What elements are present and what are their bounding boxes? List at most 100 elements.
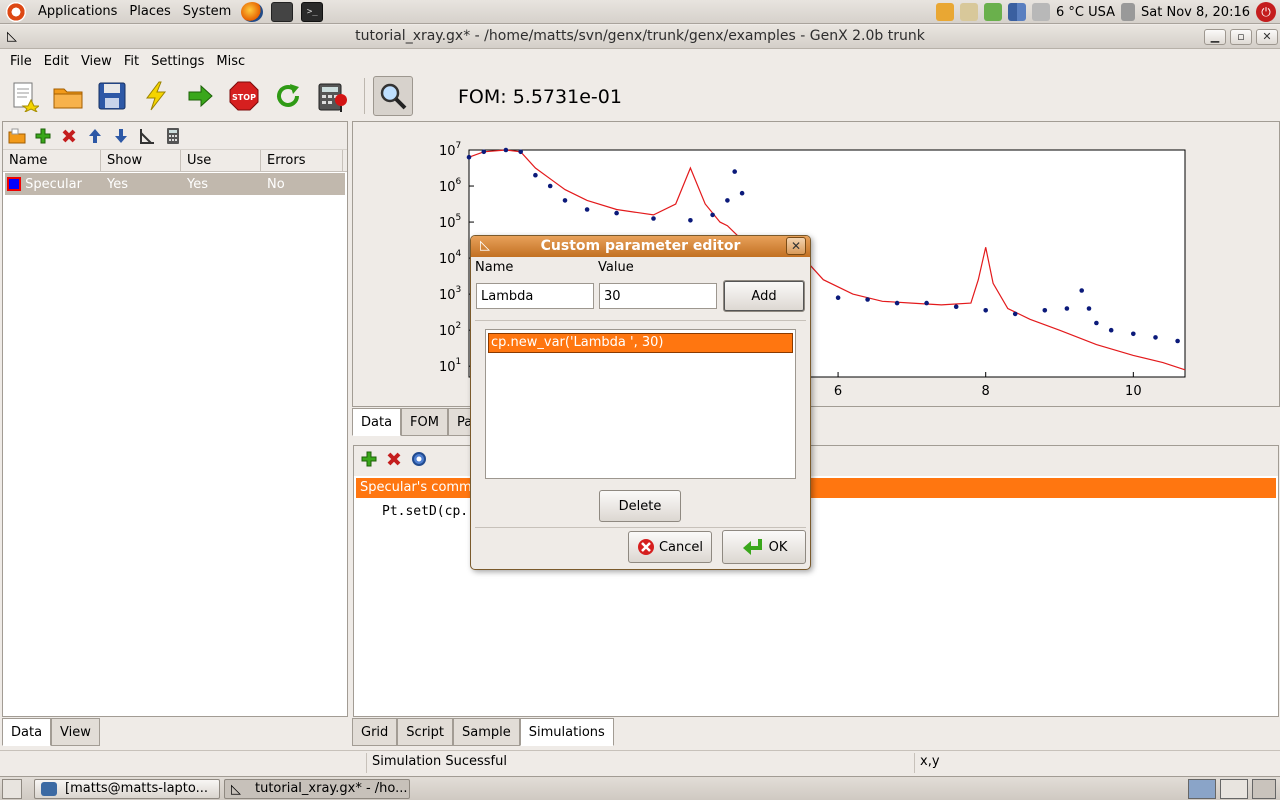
data-point (739, 190, 745, 196)
data-row-use: Yes (187, 176, 208, 192)
status-separator (366, 753, 367, 773)
y-tick-label: 104 (439, 249, 462, 267)
menu-edit[interactable]: Edit (38, 54, 75, 69)
status-bar: Simulation Sucessful x,y (0, 750, 1280, 774)
taskbar-genx-label: tutorial_xray.gx* - /ho... (255, 781, 408, 796)
plot-settings-icon[interactable] (137, 126, 157, 146)
taskbar-genx[interactable]: ◺ tutorial_xray.gx* - /ho... (224, 779, 410, 799)
menu-view[interactable]: View (75, 54, 118, 69)
add-command-icon[interactable] (360, 450, 378, 472)
search-tray-icon[interactable] (960, 3, 979, 21)
tab-script[interactable]: Script (397, 718, 454, 746)
data-point (894, 300, 900, 306)
tab-fom[interactable]: FOM (401, 408, 448, 436)
ok-enter-arrow-icon (742, 539, 762, 555)
move-down-arrow-icon[interactable] (111, 126, 131, 146)
status-separator (914, 753, 915, 773)
window-titlebar[interactable]: ◺ tutorial_xray.gx* - /home/matts/svn/ge… (0, 25, 1280, 49)
ok-button[interactable]: OK (722, 530, 806, 564)
fom-value: FOM: 5.5731e-01 (458, 86, 622, 108)
menu-fit[interactable]: Fit (118, 54, 145, 69)
edit-command-gear-icon[interactable] (410, 450, 428, 472)
y-tick-label: 101 (439, 357, 461, 375)
tab-grid[interactable]: Grid (352, 718, 398, 746)
new-file-icon[interactable] (4, 76, 44, 116)
applications-menu[interactable]: Applications (32, 0, 123, 24)
y-tick-label: 103 (439, 285, 461, 303)
save-icon[interactable] (92, 76, 132, 116)
open-folder-icon[interactable] (48, 76, 88, 116)
data-color-swatch (7, 177, 21, 191)
data-point (924, 300, 929, 306)
restart-fit-icon[interactable] (268, 76, 308, 116)
calculate-errors-icon[interactable] (312, 76, 352, 116)
delete-data-icon[interactable] (59, 126, 79, 146)
column-show[interactable]: Show (101, 150, 181, 171)
add-data-icon[interactable] (33, 126, 53, 146)
places-menu[interactable]: Places (123, 0, 176, 24)
trash-icon[interactable] (1252, 779, 1276, 799)
calculator-icon[interactable] (163, 126, 183, 146)
cancel-button[interactable]: Cancel (628, 531, 712, 563)
parameter-value-input[interactable] (599, 283, 717, 309)
tab-simulations[interactable]: Simulations (519, 718, 614, 746)
data-list-header: Name Show Use Errors (3, 150, 347, 172)
menu-settings[interactable]: Settings (145, 54, 210, 69)
tab-data-plot[interactable]: Data (352, 408, 402, 436)
ok-label: OK (768, 539, 788, 555)
delete-button[interactable]: Delete (599, 490, 681, 522)
system-tray: 6 °C USA Sat Nov 8, 20:16 ⏻ (936, 0, 1280, 24)
parameter-list[interactable]: cp.new_var('Lambda ', 30) (485, 329, 796, 479)
list-item[interactable]: cp.new_var('Lambda ', 30) (488, 333, 793, 353)
notification-icon[interactable] (936, 3, 955, 21)
parameter-name-input[interactable] (476, 283, 594, 309)
terminal-launcher-icon[interactable]: >_ (301, 1, 324, 22)
column-errors[interactable]: Errors (261, 150, 343, 171)
add-button[interactable]: Add (723, 280, 805, 312)
firefox-launcher-icon[interactable] (241, 1, 264, 22)
move-up-arrow-icon[interactable] (85, 126, 105, 146)
menu-file[interactable]: File (4, 54, 38, 69)
close-button[interactable]: ✕ (1256, 29, 1278, 45)
minimize-button[interactable]: ▁ (1204, 29, 1226, 45)
zoom-magnifier-icon[interactable] (373, 76, 413, 116)
battery-icon[interactable] (984, 3, 1003, 21)
dialog-close-icon[interactable]: ✕ (786, 237, 806, 255)
workspace-1-icon[interactable] (1188, 779, 1216, 799)
network-signal-icon[interactable] (1008, 3, 1027, 21)
ubuntu-logo-icon[interactable] (6, 1, 26, 22)
tab-data-left[interactable]: Data (2, 718, 52, 746)
column-use[interactable]: Use (181, 150, 261, 171)
power-icon[interactable]: ⏻ (1256, 2, 1276, 22)
column-name[interactable]: Name (3, 150, 101, 171)
weather-text[interactable]: 6 °C USA (1056, 5, 1115, 20)
data-point (547, 183, 553, 189)
data-point (562, 198, 568, 203)
cancel-label: Cancel (658, 539, 704, 555)
data-point (835, 295, 841, 300)
delete-command-icon[interactable] (386, 451, 402, 471)
maximize-button[interactable]: ▫ (1230, 29, 1252, 45)
clock[interactable]: Sat Nov 8, 20:16 (1141, 5, 1250, 20)
data-point (518, 149, 523, 155)
y-tick-label: 106 (439, 177, 462, 195)
start-fit-arrow-icon[interactable] (180, 76, 220, 116)
data-point (1153, 335, 1158, 340)
import-data-icon[interactable] (7, 126, 27, 146)
calculator-launcher-icon[interactable] (271, 1, 294, 22)
window-title: tutorial_xray.gx* - /home/matts/svn/genx… (355, 28, 925, 44)
tab-view[interactable]: View (51, 718, 100, 746)
dialog-titlebar[interactable]: ◺ Custom parameter editor ✕ (471, 236, 810, 257)
data-row-specular[interactable]: Specular Yes Yes No (5, 173, 345, 195)
volume-icon[interactable] (1121, 3, 1136, 21)
menu-misc[interactable]: Misc (210, 54, 251, 69)
taskbar-terminal[interactable]: [matts@matts-lapto... (34, 779, 220, 799)
show-desktop-icon[interactable] (2, 779, 22, 799)
data-point (466, 154, 472, 160)
simulate-lightning-icon[interactable] (136, 76, 176, 116)
workspace-2-icon[interactable] (1220, 779, 1248, 799)
system-menu[interactable]: System (177, 0, 237, 24)
tab-sample[interactable]: Sample (453, 718, 520, 746)
custom-parameter-editor-dialog: ◺ Custom parameter editor ✕ Name Value A… (470, 235, 811, 570)
stop-fit-icon[interactable]: STOP (224, 76, 264, 116)
